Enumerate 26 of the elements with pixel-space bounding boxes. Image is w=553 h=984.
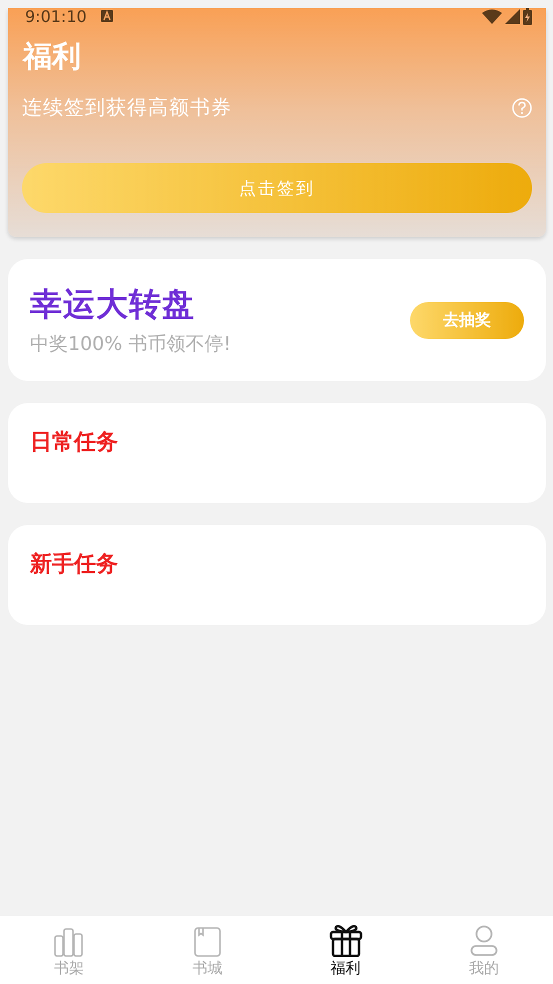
- profile-icon: [470, 925, 498, 957]
- tab-item[interactable]: 书城: [138, 916, 276, 984]
- lucky-wheel-subtitle: 中奖100% 书币领不停!: [30, 332, 231, 357]
- tab-label: 书架: [54, 959, 84, 978]
- battery-icon: [523, 8, 532, 24]
- tab-item[interactable]: 福利: [276, 916, 415, 984]
- notification-icon: [100, 10, 113, 22]
- book-icon: [192, 927, 222, 957]
- tab-label: 福利: [330, 959, 361, 978]
- gift-icon: [328, 923, 363, 957]
- sign-in-button[interactable]: 点击签到: [22, 163, 532, 213]
- section-title: 新手任务: [30, 551, 119, 579]
- signal-icon: [505, 8, 520, 24]
- help-icon[interactable]: [512, 98, 532, 118]
- tab-item[interactable]: 书架: [0, 916, 138, 984]
- tab-label: 书城: [192, 959, 222, 978]
- bookshelf-icon: [54, 927, 84, 957]
- tab-item[interactable]: 我的: [414, 916, 553, 984]
- wifi-icon: [482, 8, 502, 24]
- page-title: 福利: [23, 38, 82, 75]
- clock: 9:01:10: [25, 6, 87, 26]
- sign-in-hint: 连续签到获得高额书券: [22, 94, 232, 121]
- tab-label: 我的: [468, 959, 499, 978]
- lucky-wheel-title: 幸运大转盘: [30, 284, 196, 325]
- draw-button[interactable]: 去抽奖: [410, 302, 524, 338]
- section-title: 日常任务: [30, 429, 119, 457]
